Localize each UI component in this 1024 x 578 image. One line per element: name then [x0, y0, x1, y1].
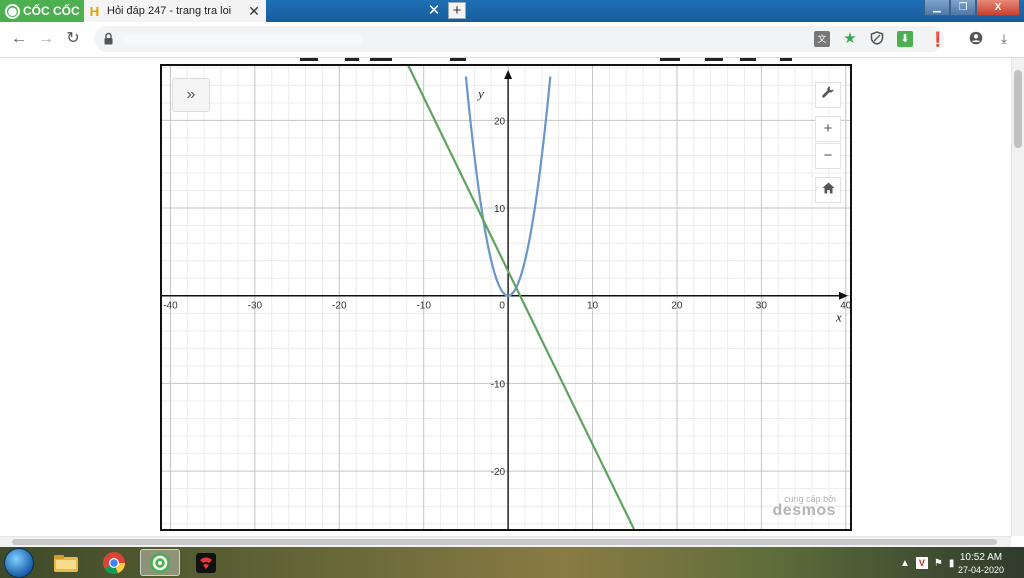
- settings-wrench-icon[interactable]: [815, 82, 841, 108]
- tray-app-icon[interactable]: V: [915, 557, 928, 569]
- vertical-scrollbar[interactable]: [1011, 58, 1024, 536]
- star-icon[interactable]: ★: [842, 31, 858, 47]
- x-tick-label: -10: [416, 301, 431, 312]
- translate-icon[interactable]: 文: [814, 31, 830, 47]
- taskbar-coccoc-icon[interactable]: [140, 549, 180, 576]
- browser-tab-strip: ⬤ CỐC CỐC H Hỏi đáp 247 - trang tra loi …: [0, 0, 1024, 22]
- alert-icon[interactable]: ❗: [929, 31, 946, 47]
- taskbar-clock[interactable]: 10:52 AM 27-04-2020: [952, 552, 1010, 576]
- coccoc-logo-icon: ⬤: [5, 3, 20, 19]
- y-tick-label: 20: [494, 116, 506, 127]
- zoom-out-button[interactable]: −: [815, 143, 841, 169]
- back-button[interactable]: ←: [10, 30, 28, 48]
- cropped-page-text: [300, 58, 792, 61]
- start-button[interactable]: [4, 548, 34, 578]
- new-tab-button[interactable]: +: [448, 2, 466, 19]
- brand-label: CỐC CỐC: [23, 4, 80, 18]
- tick-labels: -40-30-20-100102030402010-10-20xy: [163, 86, 850, 478]
- y-tick-label: -10: [491, 379, 506, 390]
- x-axis-arrow: [839, 291, 848, 300]
- y-tick-label: 10: [494, 204, 506, 215]
- horizontal-scroll-thumb[interactable]: [12, 539, 997, 545]
- x-tick-label: -30: [248, 301, 263, 312]
- y-axis-label: y: [476, 86, 484, 101]
- taskbar-chrome-icon[interactable]: [94, 549, 134, 576]
- x-tick-label: 0: [499, 301, 505, 312]
- tab-active[interactable]: H Hỏi đáp 247 - trang tra loi ✕: [84, 0, 266, 22]
- tab-close-icon[interactable]: ✕: [426, 2, 442, 20]
- desmos-credit: cung cấp bởi desmos: [766, 494, 836, 520]
- download-icon[interactable]: ⤓: [996, 31, 1012, 47]
- grid-major: [162, 66, 850, 529]
- download-ext-icon[interactable]: ⬇: [897, 31, 913, 47]
- x-tick-label: 20: [671, 301, 683, 312]
- x-tick-label: -20: [332, 301, 347, 312]
- y-tick-label: -20: [491, 467, 506, 478]
- vertical-scroll-thumb[interactable]: [1014, 70, 1022, 148]
- taskbar-explorer-icon[interactable]: [46, 549, 86, 576]
- grid-minor: [162, 66, 850, 529]
- graph-canvas[interactable]: -40-30-20-100102030402010-10-20xy: [162, 66, 850, 529]
- tab-title: Hỏi đáp 247 - trang tra loi: [107, 5, 232, 17]
- window-controls: ▁ ❐ X: [924, 0, 1020, 16]
- minimize-button[interactable]: ▁: [924, 0, 950, 16]
- forward-button[interactable]: →: [37, 30, 55, 48]
- horizontal-scrollbar[interactable]: [0, 536, 1011, 547]
- axes: [162, 70, 848, 529]
- x-axis-label: x: [835, 310, 842, 325]
- system-tray: ▲ V ⚑ ▮: [900, 551, 954, 575]
- tray-expand-icon[interactable]: ▲: [900, 558, 910, 569]
- shield-icon[interactable]: [869, 31, 885, 47]
- desmos-logo: desmos: [772, 502, 836, 519]
- x-tick-label: -40: [163, 301, 178, 312]
- clock-time: 10:52 AM: [959, 552, 1003, 563]
- zoom-in-button[interactable]: +: [815, 116, 841, 142]
- clock-date: 27-04-2020: [957, 565, 1005, 575]
- url-text-redacted: [122, 34, 362, 44]
- close-window-button[interactable]: X: [976, 0, 1020, 16]
- y-axis-arrow: [504, 70, 513, 79]
- curves: [407, 66, 635, 529]
- tab-close-icon[interactable]: ✕: [246, 3, 262, 20]
- taskbar-garena-icon[interactable]: [186, 549, 226, 576]
- windows-taskbar: ▲ V ⚑ ▮: [0, 547, 1024, 578]
- line-curve: [407, 66, 635, 529]
- action-center-flag-icon[interactable]: ⚑: [934, 558, 943, 569]
- maximize-button[interactable]: ❐: [950, 0, 976, 16]
- home-view-icon[interactable]: [815, 177, 841, 203]
- expand-expressions-button[interactable]: »: [172, 78, 210, 112]
- site-favicon-icon: H: [89, 3, 100, 19]
- desmos-graph[interactable]: -40-30-20-100102030402010-10-20xy » + − …: [160, 64, 852, 531]
- x-tick-label: 30: [756, 301, 768, 312]
- browser-brand-button[interactable]: ⬤ CỐC CỐC: [0, 0, 84, 22]
- lock-icon: [104, 32, 113, 45]
- account-icon[interactable]: [968, 31, 984, 47]
- reload-button[interactable]: ↻: [64, 30, 82, 48]
- x-tick-label: 10: [587, 301, 599, 312]
